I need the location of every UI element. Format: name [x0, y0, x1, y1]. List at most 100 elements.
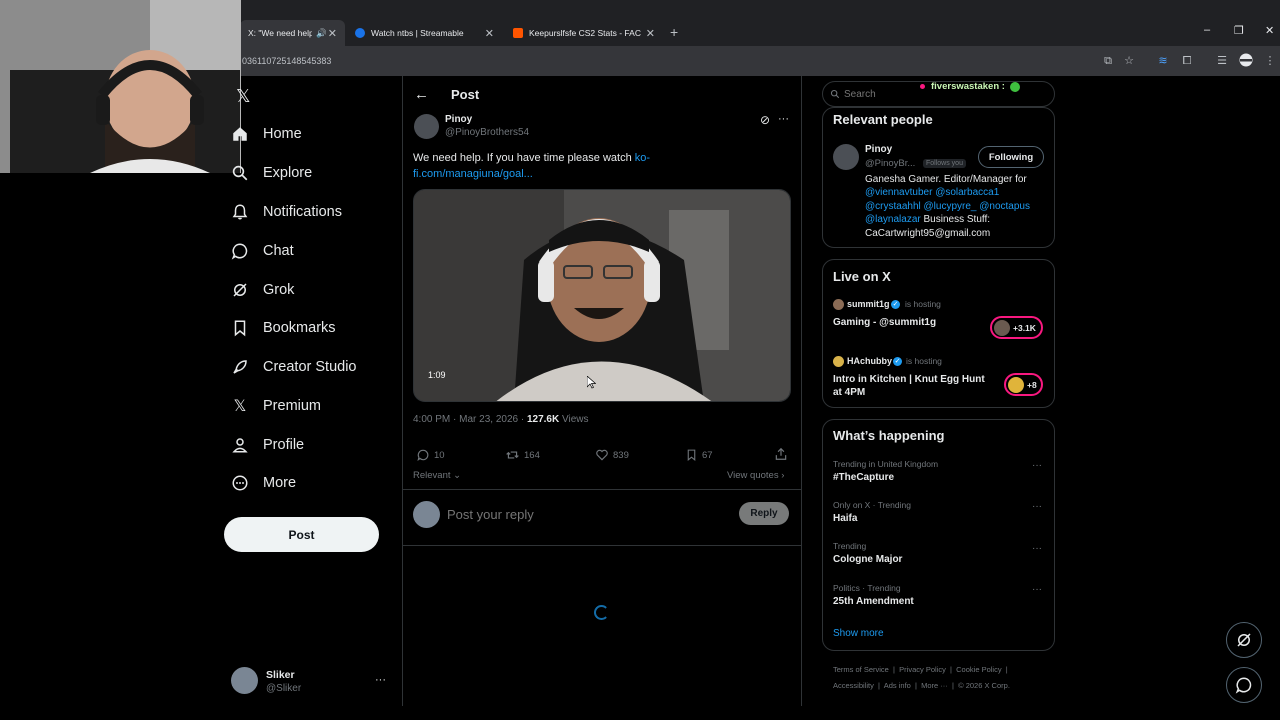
search-input[interactable] — [844, 87, 914, 101]
footer-links: Terms of Service | Privacy Policy | Cook… — [833, 665, 1008, 674]
emoji-icon — [1010, 82, 1020, 92]
following-button[interactable]: Following — [978, 146, 1044, 168]
live-host[interactable]: summit1g — [847, 299, 890, 309]
repost-count: 164 — [524, 449, 540, 461]
reply-input[interactable] — [447, 505, 727, 523]
audio-icon[interactable]: 🔊 — [316, 28, 327, 39]
author-avatar[interactable] — [414, 114, 439, 139]
live-banner[interactable]: fiverswastaken : — [931, 81, 1005, 92]
avatar[interactable] — [833, 144, 859, 170]
view-quotes-link[interactable]: View quotes › — [727, 470, 784, 481]
like-action[interactable]: 839 — [595, 448, 629, 462]
live-status: is hosting — [906, 356, 942, 366]
trend-context: Politics · Trending — [833, 583, 901, 593]
close-icon[interactable]: ✕ — [485, 27, 494, 40]
whats-happening-card — [822, 419, 1055, 651]
more-icon[interactable]: ··· — [1032, 460, 1042, 471]
nav-premium[interactable]: 𝕏 Premium — [231, 394, 321, 418]
nav-bookmarks[interactable]: Bookmarks — [231, 316, 336, 340]
streamable-icon — [355, 28, 365, 38]
trend-topic[interactable]: Cologne Major — [833, 554, 902, 565]
nav-profile[interactable]: Profile — [231, 433, 304, 457]
post-meta: 4:00 PM · Mar 23, 2026 · 127.6K Views — [413, 414, 589, 425]
post-text: We need help. If you have time please wa… — [413, 150, 673, 182]
trend-topic[interactable]: Haifa — [833, 513, 857, 524]
nav-notifications[interactable]: Notifications — [231, 200, 342, 224]
author-name[interactable]: Pinoy — [445, 114, 472, 125]
live-listeners[interactable]: +8 — [1004, 373, 1043, 396]
post-body: We need help. If you have time please wa… — [413, 152, 635, 164]
more-icon[interactable]: ··· — [1032, 501, 1042, 512]
home-icon — [231, 125, 249, 143]
reply-action[interactable]: 10 — [416, 448, 445, 462]
reply-button[interactable]: Reply — [739, 502, 789, 525]
avatar[interactable] — [231, 667, 258, 694]
tab-title: Keepurslfsfe CS2 Stats - FACEIT — [529, 28, 641, 38]
more-icon[interactable]: ··· — [1032, 584, 1042, 595]
tab-streamable[interactable]: Watch ntbs | Streamable ✕ — [347, 20, 502, 46]
grok-fab[interactable] — [1226, 622, 1262, 658]
copyright: © 2026 X Corp. — [958, 681, 1010, 690]
avatar — [994, 319, 1010, 336]
person-name[interactable]: Pinoy — [865, 144, 892, 155]
share-icon[interactable] — [774, 447, 788, 466]
footer-link[interactable]: Terms of Service — [833, 665, 889, 674]
footer-link[interactable]: Cookie Policy — [956, 665, 1001, 674]
install-app-icon[interactable]: ⧉ — [1100, 53, 1116, 69]
nav-chat[interactable]: Chat — [231, 239, 294, 263]
messages-fab[interactable] — [1226, 667, 1262, 703]
nav-home[interactable]: Home — [231, 122, 302, 146]
show-more-link[interactable]: Show more — [833, 628, 884, 639]
browser-menu-icon[interactable]: ⋮ — [1262, 53, 1278, 69]
media-control-icon[interactable]: ☰ — [1214, 53, 1230, 69]
account-menu-icon[interactable]: ··· — [375, 674, 386, 686]
footer-link[interactable]: Ads info — [884, 681, 911, 690]
extension-audio-icon[interactable]: ≋ — [1155, 53, 1171, 69]
bookmark-star-icon[interactable]: ☆ — [1121, 53, 1137, 69]
trend-topic[interactable]: 25th Amendment — [833, 596, 914, 607]
post-time: 4:00 PM — [413, 414, 451, 425]
close-icon[interactable]: ✕ — [646, 27, 655, 40]
url-field[interactable]: 036110725148545383 — [242, 56, 331, 66]
footer-link[interactable]: Privacy Policy — [899, 665, 946, 674]
tab-title: X: "We need help — [248, 28, 312, 38]
sort-dropdown[interactable]: Relevant ⌄ — [413, 470, 461, 481]
more-icon[interactable]: ··· — [778, 113, 789, 125]
live-listeners[interactable]: +3.1K — [990, 316, 1043, 339]
nav-more[interactable]: More — [231, 471, 296, 495]
minimize-button[interactable]: – — [1204, 24, 1210, 36]
author-handle[interactable]: @PinoyBrothers54 — [445, 127, 529, 138]
live-title[interactable]: Gaming - @summit1g — [833, 317, 983, 328]
footer-link[interactable]: More ··· — [921, 681, 948, 690]
follows-you-badge: Follows you — [923, 159, 966, 168]
more-icon[interactable]: ··· — [1032, 543, 1042, 554]
trend-context: Only on X · Trending — [833, 500, 911, 510]
tab-x-post[interactable]: X: "We need help 🔊 ✕ — [240, 20, 345, 46]
post-date[interactable]: Mar 23, 2026 — [459, 414, 518, 425]
footer-link[interactable]: Accessibility — [833, 681, 874, 690]
person-handle[interactable]: @PinoyBr... — [865, 158, 915, 169]
grok-icon[interactable]: ⊘ — [760, 113, 770, 127]
trend-topic[interactable]: #TheCapture — [833, 472, 894, 483]
post-video[interactable]: 1:09 — [413, 189, 791, 402]
maximize-button[interactable]: ❐ — [1234, 24, 1244, 37]
new-tab-button[interactable]: + — [670, 24, 678, 40]
live-title[interactable]: Intro in Kitchen | Knut Egg Hunt at 4PM — [833, 373, 993, 399]
profile-avatar-icon[interactable] — [1238, 53, 1254, 69]
loading-spinner — [594, 605, 609, 620]
x-logo-icon[interactable]: 𝕏 — [236, 86, 251, 107]
section-title: What’s happening — [833, 428, 945, 443]
back-arrow-icon[interactable]: ← — [414, 86, 429, 103]
compose-post-button[interactable]: Post — [224, 517, 379, 552]
tab-faceit[interactable]: Keepurslfsfe CS2 Stats - FACEIT ✕ — [505, 20, 663, 46]
close-window-button[interactable]: ✕ — [1265, 24, 1274, 37]
avatar — [833, 299, 844, 310]
live-host[interactable]: HAchubby — [847, 356, 892, 366]
close-icon[interactable]: ✕ — [328, 27, 337, 40]
nav-creator-studio[interactable]: Creator Studio — [231, 355, 357, 379]
extensions-icon[interactable]: ⧠ — [1179, 53, 1195, 69]
bookmark-action[interactable]: 67 — [685, 448, 713, 462]
nav-explore[interactable]: Explore — [231, 161, 312, 185]
nav-grok[interactable]: Grok — [231, 278, 294, 302]
repost-action[interactable]: 164 — [505, 448, 540, 462]
